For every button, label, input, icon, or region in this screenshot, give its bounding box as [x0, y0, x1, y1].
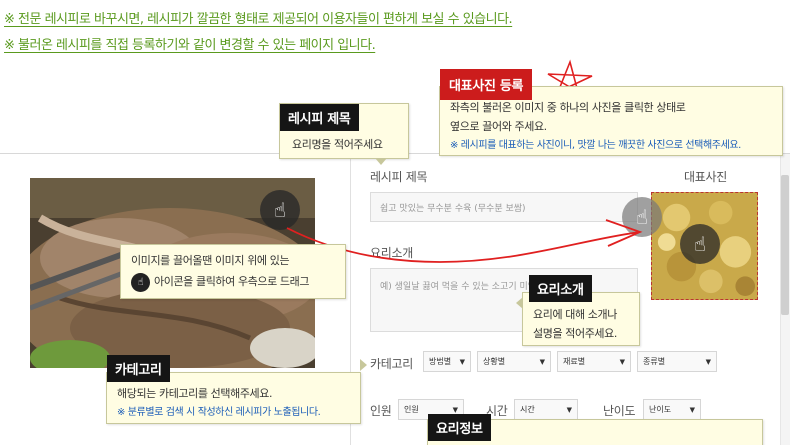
tip-pointer — [360, 359, 367, 371]
caret-down-icon: ▼ — [566, 405, 572, 414]
category-method-value: 방법별 — [429, 357, 452, 366]
scrollbar-thumb[interactable] — [781, 175, 789, 315]
difficulty-label: 난이도 — [603, 404, 636, 418]
category-kind-value: 종류별 — [643, 357, 666, 366]
drag-handle-button[interactable]: ☝ — [260, 190, 300, 230]
tip-category-note: ※ 분류별로 검색 시 작성하신 레시피가 노출됩니다. — [117, 407, 321, 418]
tip-main-photo: 대표사진 등록 좌측의 불러온 이미지 중 하나의 사진을 클릭한 상태로 옆으… — [439, 69, 783, 156]
tip-main-photo-head: 대표사진 등록 — [440, 69, 533, 100]
tip-cooking-info: 요리정보 — [427, 414, 763, 445]
hand-pointer-icon: ☝ — [131, 272, 150, 292]
tip-pointer — [375, 158, 387, 165]
main-photo-label: 대표사진 — [684, 170, 727, 184]
caret-down-icon: ▼ — [705, 357, 711, 366]
category-situation-value: 상황별 — [483, 357, 506, 366]
tip-recipe-title: 레시피 제목 요리명을 적어주세요 — [279, 103, 409, 165]
category-situation-select[interactable]: 상황별 ▼ — [477, 351, 551, 372]
tip-drag-line2-row: ☝ 아이콘을 클릭하여 우측으로 드래그 — [131, 272, 309, 292]
caret-down-icon: ▼ — [459, 357, 465, 366]
time-value: 시간 — [520, 405, 535, 414]
category-method-select[interactable]: 방법별 ▼ — [423, 351, 471, 372]
tip-main-photo-line1: 좌측의 불러온 이미지 중 하나의 사진을 클릭한 상태로 — [450, 101, 686, 114]
category-label: 카테고리 — [370, 357, 413, 371]
difficulty-select[interactable]: 난이도 ▼ — [643, 399, 701, 420]
tip-cooking-intro: 요리소개 요리에 대해 소개나 설명을 적어주세요. — [516, 275, 640, 346]
tip-category-line1: 해당되는 카테고리를 선택해주세요. — [117, 387, 273, 400]
tip-main-photo-note: ※ 레시피를 대표하는 사진이니, 맛깔 나는 깨끗한 사진으로 선택해주세요. — [450, 140, 741, 151]
difficulty-value: 난이도 — [649, 405, 672, 414]
time-select[interactable]: 시간 ▼ — [514, 399, 578, 420]
tip-cooking-intro-line1: 요리에 대해 소개나 — [533, 308, 617, 321]
tip-drag-line1: 이미지를 끌어올땐 이미지 위에 있는 — [131, 254, 290, 267]
recipe-title-label: 레시피 제목 — [370, 170, 428, 184]
tip-recipe-title-head: 레시피 제목 — [280, 104, 359, 131]
caret-down-icon: ▼ — [539, 357, 545, 366]
hand-pointer-icon: ☝ — [693, 232, 707, 256]
category-kind-select[interactable]: 종류별 ▼ — [637, 351, 717, 372]
category-ingredient-value: 재료별 — [563, 357, 586, 366]
cooking-intro-label: 요리소개 — [370, 246, 413, 260]
notice-line-2: ※ 불러온 레시피를 직접 등록하기와 같이 변경할 수 있는 페이지 입니다. — [4, 38, 376, 53]
tip-pointer — [516, 297, 523, 309]
tip-cooking-intro-line2: 설명을 적어주세요. — [533, 327, 617, 340]
caret-down-icon: ▼ — [619, 357, 625, 366]
caret-down-icon: ▼ — [452, 405, 458, 414]
tip-recipe-title-text: 요리명을 적어주세요 — [292, 138, 383, 151]
tip-category-head: 카테고리 — [107, 355, 170, 382]
category-ingredient-select[interactable]: 재료별 ▼ — [557, 351, 631, 372]
serving-label: 인원 — [370, 404, 392, 418]
hand-pointer-icon: ☝ — [635, 205, 649, 229]
serving-value: 인원 — [404, 405, 419, 414]
tip-cooking-intro-head: 요리소개 — [529, 275, 592, 302]
tip-drag-line2: 아이콘을 클릭하여 우측으로 드래그 — [154, 275, 310, 288]
caret-down-icon: ▼ — [689, 405, 695, 414]
tip-drag-instruction: 이미지를 끌어올땐 이미지 위에 있는 ☝ 아이콘을 클릭하여 우측으로 드래그 — [120, 244, 346, 299]
hand-pointer-icon: ☝ — [273, 198, 287, 222]
recipe-title-input[interactable]: 쉽고 맛있는 무수분 수육 (무수분 보쌈) — [370, 192, 638, 222]
tip-cooking-info-head: 요리정보 — [428, 414, 491, 441]
tip-main-photo-line2: 옆으로 끌어와 주세요. — [450, 120, 547, 133]
tip-category: 카테고리 해당되는 카테고리를 선택해주세요. ※ 분류별로 검색 시 작성하신… — [106, 355, 367, 424]
drag-ghost-icon: ☝ — [622, 197, 662, 237]
drag-target-icon: ☝ — [680, 224, 720, 264]
notice-line-1: ※ 전문 레시피로 바꾸시면, 레시피가 깔끔한 형태로 제공되어 이용자들이 … — [4, 12, 513, 27]
